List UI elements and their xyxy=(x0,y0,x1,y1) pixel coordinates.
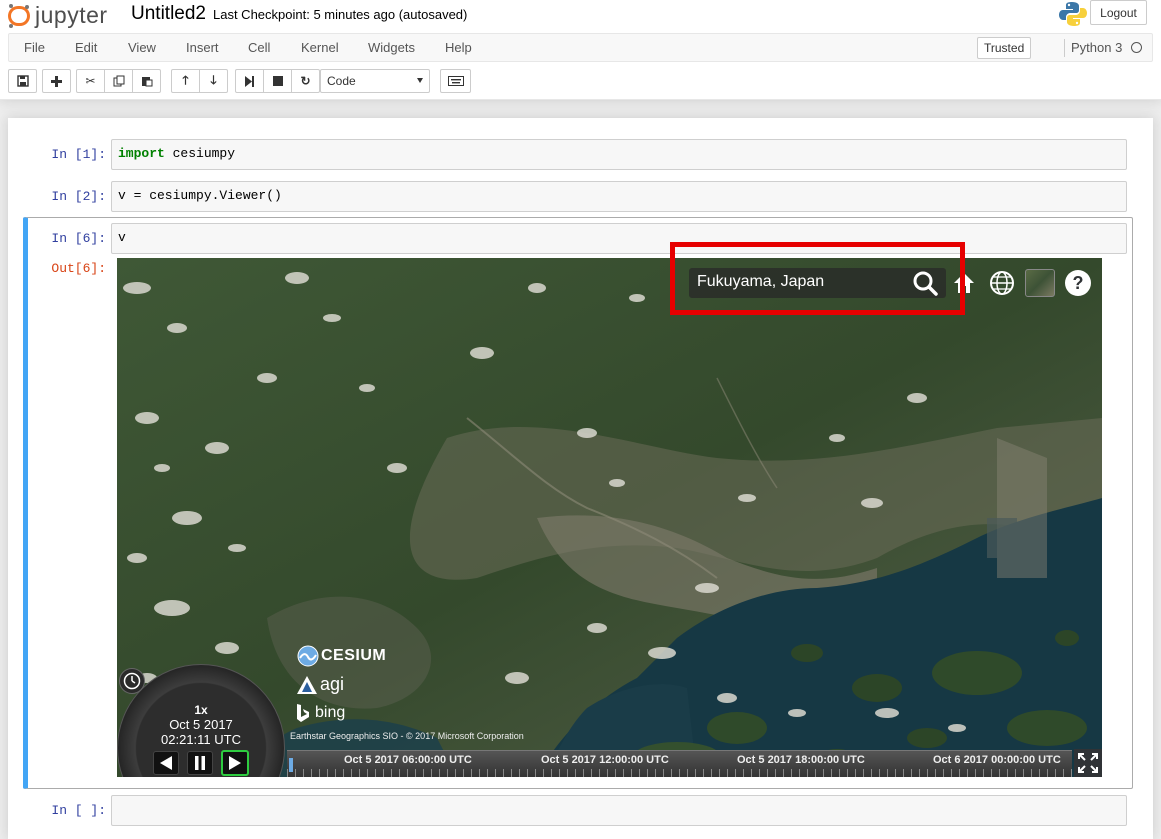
input-prompt: In [6]: xyxy=(51,231,106,246)
stop-icon xyxy=(272,76,283,86)
run-button-group: ↻ xyxy=(235,69,320,93)
play-forward-button[interactable] xyxy=(221,750,249,776)
animation-speed: 1x xyxy=(194,703,208,717)
jupyter-logo[interactable]: jupyter xyxy=(8,2,108,28)
help-icon: ? xyxy=(1065,270,1091,296)
pause-button[interactable] xyxy=(187,751,213,775)
interrupt-button[interactable] xyxy=(263,69,292,93)
cell-type-value: Code xyxy=(327,74,356,88)
play-forward-icon xyxy=(229,756,241,770)
globe-icon xyxy=(990,271,1014,295)
arrow-up-icon: 🡑 xyxy=(182,72,189,87)
notebook-title[interactable]: Untitled2 xyxy=(131,3,206,25)
move-button-group: 🡑 🡓 xyxy=(171,69,228,93)
cesium-logo-text: CESIUM xyxy=(321,647,387,664)
code-text: v xyxy=(118,230,126,245)
fullscreen-icon xyxy=(1078,753,1098,773)
input-prompt: In [ ]: xyxy=(51,803,106,818)
kernel-status-icon xyxy=(1131,42,1142,53)
agi-logo-text: agi xyxy=(320,674,345,694)
cesium-logo-icon xyxy=(297,645,319,667)
menu-widgets[interactable]: Widgets xyxy=(368,40,415,55)
animation-date: Oct 5 2017 xyxy=(169,717,233,732)
code-text: v = cesiumpy.Viewer() xyxy=(118,188,282,203)
restart-button[interactable]: ↻ xyxy=(291,69,320,93)
timeline-label: Oct 6 2017 00:00:00 UTC xyxy=(933,754,1061,766)
play-reverse-icon xyxy=(160,756,172,770)
scene-mode-button[interactable] xyxy=(986,268,1018,298)
paste-icon xyxy=(141,77,152,87)
plus-icon xyxy=(51,75,62,87)
logout-button[interactable]: Logout xyxy=(1090,0,1147,25)
input-prompt: In [2]: xyxy=(51,189,106,204)
code-keyword: import xyxy=(118,146,165,161)
agi-logo[interactable]: agi xyxy=(296,674,344,695)
timeline-label: Oct 5 2017 06:00:00 UTC xyxy=(344,754,472,766)
step-forward-icon xyxy=(244,75,254,87)
menu-edit[interactable]: Edit xyxy=(75,40,97,55)
realtime-button[interactable] xyxy=(119,668,145,694)
python-logo-icon xyxy=(1059,2,1087,26)
menu-insert[interactable]: Insert xyxy=(186,40,219,55)
output-prompt: Out[6]: xyxy=(51,261,106,276)
arrow-down-icon: 🡓 xyxy=(210,72,217,87)
jupyter-logo-icon xyxy=(8,4,30,28)
input-prompt: In [1]: xyxy=(51,147,106,162)
bing-logo-icon xyxy=(297,704,309,722)
code-text: cesiumpy xyxy=(164,146,236,161)
chevron-down-icon xyxy=(417,78,423,83)
bing-logo-text: bing xyxy=(315,704,346,721)
menu-file[interactable]: File xyxy=(24,40,45,55)
agi-logo-icon xyxy=(297,675,317,694)
move-up-button[interactable]: 🡑 xyxy=(171,69,200,93)
imagery-credit[interactable]: Earthstar Geographics SIO - © 2017 Micro… xyxy=(290,731,524,741)
clock-icon xyxy=(123,672,141,690)
timeline-label: Oct 5 2017 12:00:00 UTC xyxy=(541,754,669,766)
highlight-box xyxy=(670,242,965,315)
restart-icon: ↻ xyxy=(300,74,311,88)
copy-icon xyxy=(113,75,124,87)
cut-button[interactable]: ✂ xyxy=(76,69,105,93)
save-button[interactable] xyxy=(8,69,37,93)
command-palette-button[interactable] xyxy=(440,69,471,93)
code-cell-input[interactable]: v = cesiumpy.Viewer() xyxy=(111,181,1127,212)
save-icon xyxy=(16,75,29,87)
fullscreen-button[interactable] xyxy=(1074,749,1102,777)
kernel-name: Python 3 xyxy=(1071,40,1123,55)
menu-help[interactable]: Help xyxy=(445,40,472,55)
animation-time: 02:21:11 UTC xyxy=(161,732,241,747)
jupyter-logo-text: jupyter xyxy=(35,1,108,28)
timeline-ticks xyxy=(287,769,1072,777)
notebook-header: jupyter Untitled2 Last Checkpoint: 5 min… xyxy=(0,0,1161,100)
play-reverse-button[interactable] xyxy=(153,751,179,775)
paste-button[interactable] xyxy=(132,69,161,93)
menu-view[interactable]: View xyxy=(128,40,156,55)
code-cell-input[interactable]: v xyxy=(111,223,1127,254)
svg-text:?: ? xyxy=(1073,273,1084,293)
timeline[interactable]: Oct 5 2017 06:00:00 UTC Oct 5 2017 12:00… xyxy=(287,750,1072,777)
copy-button[interactable] xyxy=(104,69,133,93)
menu-kernel[interactable]: Kernel xyxy=(301,40,339,55)
help-button[interactable]: ? xyxy=(1062,268,1094,298)
base-layer-thumbnail-icon xyxy=(1025,269,1055,297)
code-cell-input[interactable]: import cesiumpy xyxy=(111,139,1127,170)
scissors-icon: ✂ xyxy=(85,74,96,88)
kernel-separator xyxy=(1064,39,1065,57)
insert-cell-button[interactable] xyxy=(42,69,71,93)
menu-cell[interactable]: Cell xyxy=(248,40,270,55)
cell-type-select[interactable]: Code xyxy=(320,69,430,93)
timeline-label: Oct 5 2017 18:00:00 UTC xyxy=(737,754,865,766)
cesium-logo[interactable]: CESIUM xyxy=(297,645,386,667)
trusted-indicator[interactable]: Trusted xyxy=(977,37,1032,59)
keyboard-icon xyxy=(447,76,464,86)
move-down-button[interactable]: 🡓 xyxy=(199,69,228,93)
edit-button-group: ✂ xyxy=(76,69,161,93)
checkpoint-status: Last Checkpoint: 5 minutes ago (autosave… xyxy=(213,7,468,22)
bing-logo[interactable]: bing xyxy=(296,703,345,723)
run-button[interactable] xyxy=(235,69,264,93)
base-layer-picker-button[interactable] xyxy=(1024,268,1056,298)
pause-icon xyxy=(195,756,205,770)
menubar: File Edit View Insert Cell Kernel Widget… xyxy=(8,33,1153,62)
code-cell-input[interactable] xyxy=(111,795,1127,826)
